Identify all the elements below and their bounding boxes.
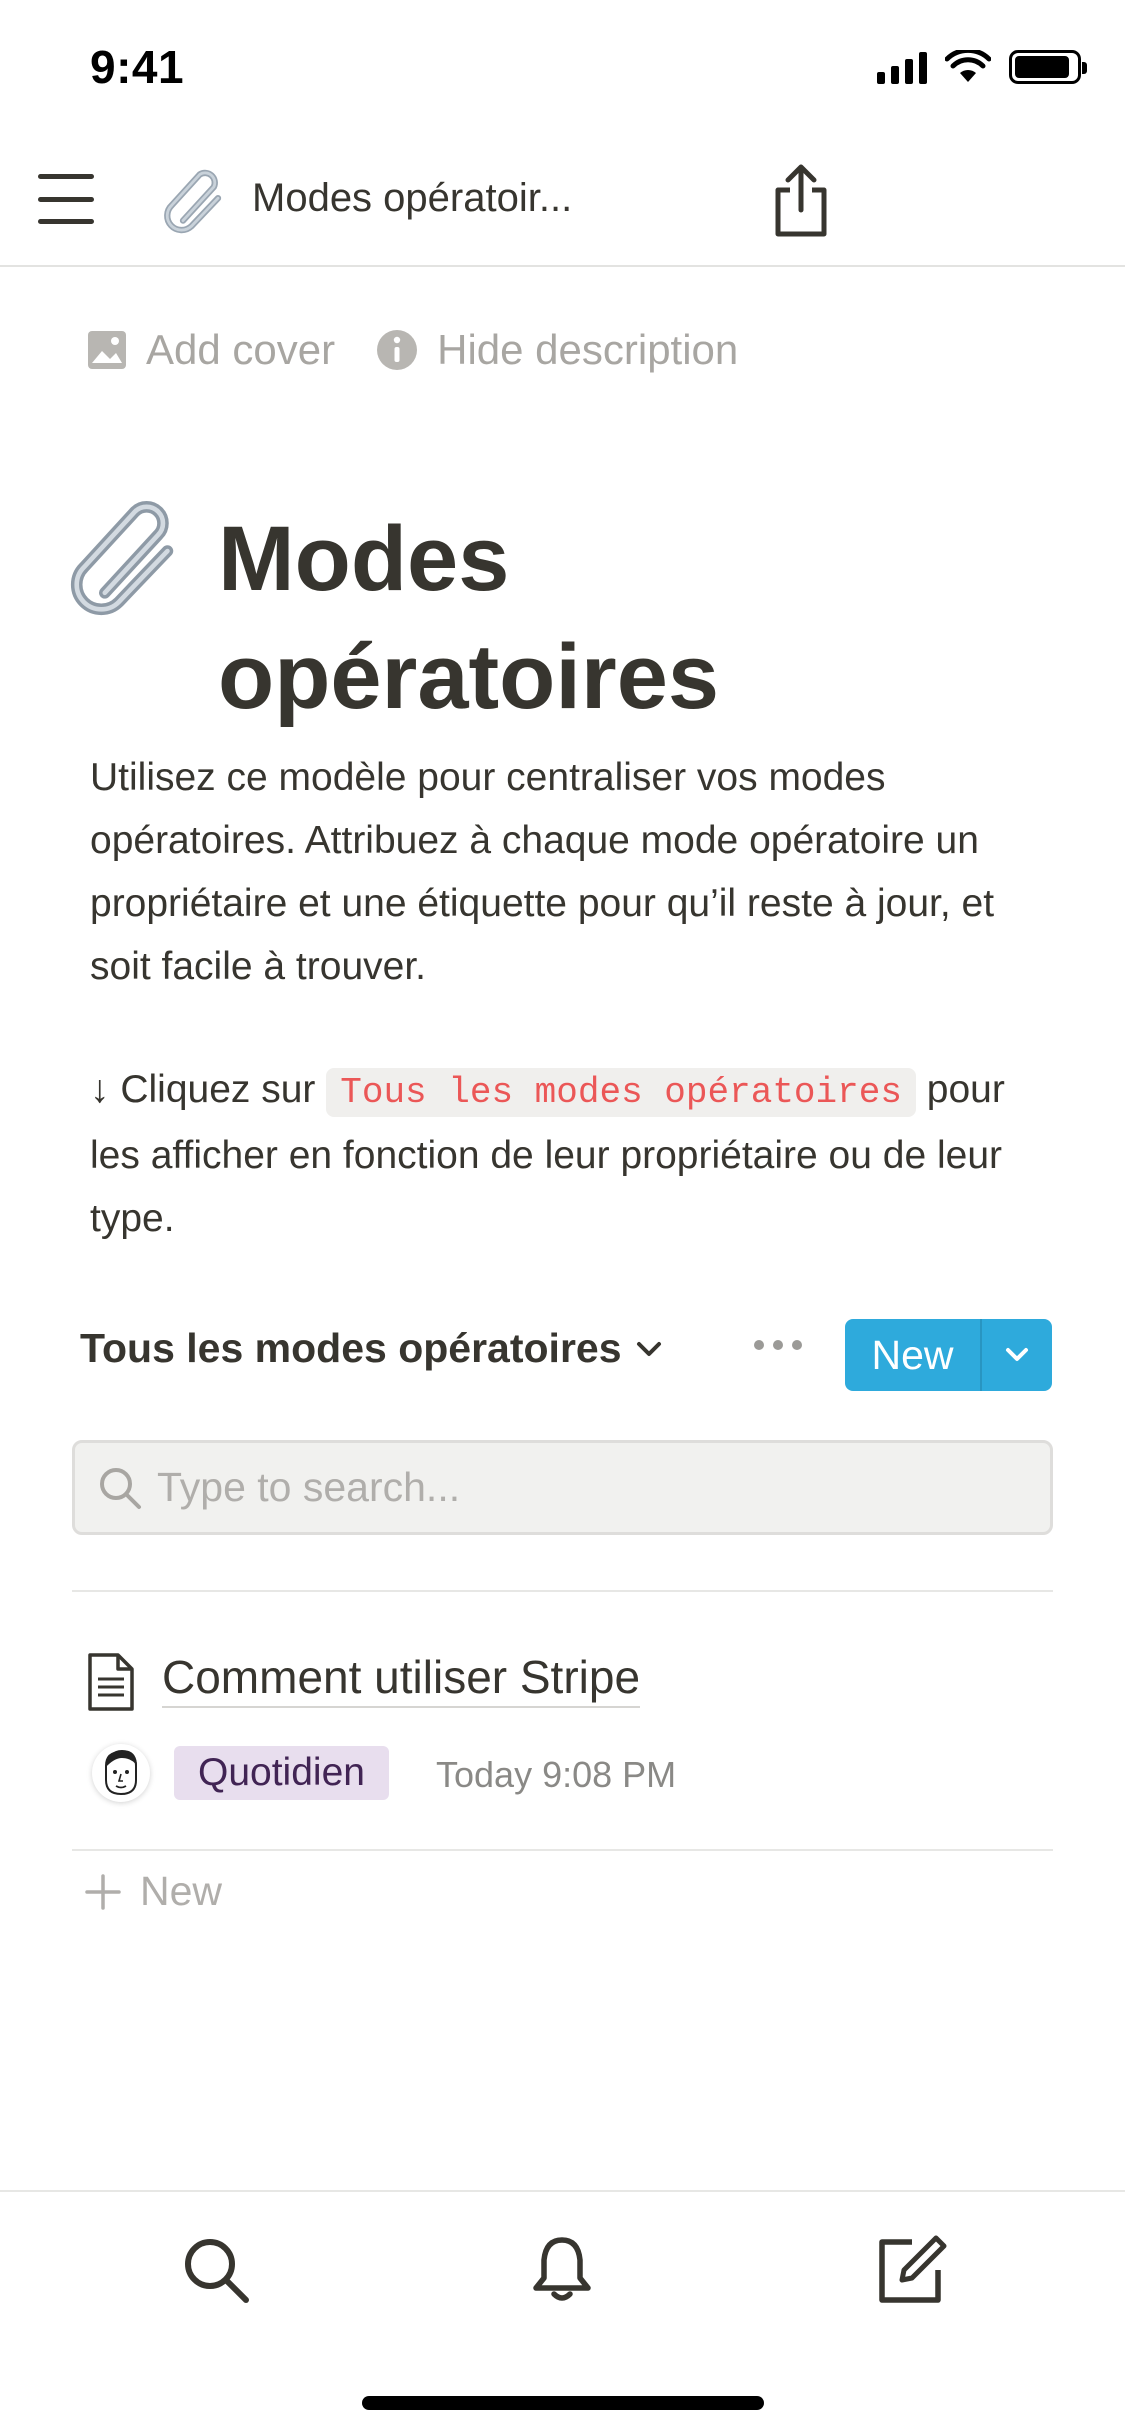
page-title-line-1: Modes [218,508,510,610]
item-title[interactable]: Comment utiliser Stripe [162,1650,641,1708]
chevron-down-icon [1006,1348,1028,1361]
avatar [92,1744,150,1802]
status-bar: 9:41 [0,0,1125,132]
hint-code: Tous les modes opératoires [326,1068,916,1117]
divider [72,1590,1053,1592]
hide-description-label: Hide description [437,326,739,373]
search-icon [100,1467,141,1509]
new-button-group: New [845,1319,1052,1391]
page-title-line-2: opératoires [218,626,720,728]
image-icon [88,331,126,369]
view-selector[interactable]: Tous les modes opératoires [80,1325,662,1372]
new-button[interactable]: New [845,1319,982,1391]
info-icon [377,330,418,370]
top-navigation-bar: Modes opératoir... [0,132,1125,267]
nav-page-title[interactable]: Modes opératoir... [252,176,572,221]
battery-level [1015,56,1069,78]
share-icon[interactable] [768,162,834,240]
battery-icon [1009,50,1087,84]
tag-badge: Quotidien [174,1746,389,1800]
paperclip-icon[interactable] [70,500,186,616]
status-time: 9:41 [90,41,185,93]
bell-icon[interactable] [524,2232,600,2308]
list-item[interactable]: Comment utiliser Stripe Quotidien Today … [72,1620,1053,1848]
add-cover-button[interactable]: Add cover [86,326,335,374]
page-title[interactable]: Modes opératoires [218,500,719,736]
document-icon [88,1653,134,1711]
add-cover-label: Add cover [146,326,336,373]
page-actions: Add cover Hide description [86,326,738,374]
more-options-icon[interactable] [754,1340,802,1350]
wifi-icon [945,50,991,82]
view-name: Tous les modes opératoires [80,1325,622,1371]
search-box [72,1440,1053,1535]
home-indicator[interactable] [362,2396,764,2410]
compose-icon[interactable] [872,2232,948,2308]
cellular-signal-icon [877,50,927,84]
add-new-row-button[interactable]: New [84,1868,222,1915]
item-timestamp: Today 9:08 PM [436,1754,677,1795]
divider [72,1849,1053,1851]
plus-icon [85,1873,121,1910]
page-description[interactable]: Utilisez ce modèle pour centraliser vos … [90,746,1050,998]
search-input[interactable] [157,1464,1017,1511]
paperclip-icon [164,169,222,234]
status-icons [877,50,1087,84]
search-icon[interactable] [178,2232,254,2308]
page-hint[interactable]: ↓ Cliquez sur Tous les modes opératoires… [90,1058,1050,1250]
chevron-down-icon [636,1341,661,1356]
new-dropdown-button[interactable] [982,1319,1052,1391]
add-new-label: New [140,1868,223,1914]
hint-prefix: ↓ Cliquez sur [90,1068,327,1111]
menu-icon[interactable] [38,174,94,224]
avatar-face-icon [105,1750,137,1796]
hide-description-button[interactable]: Hide description [375,326,738,374]
